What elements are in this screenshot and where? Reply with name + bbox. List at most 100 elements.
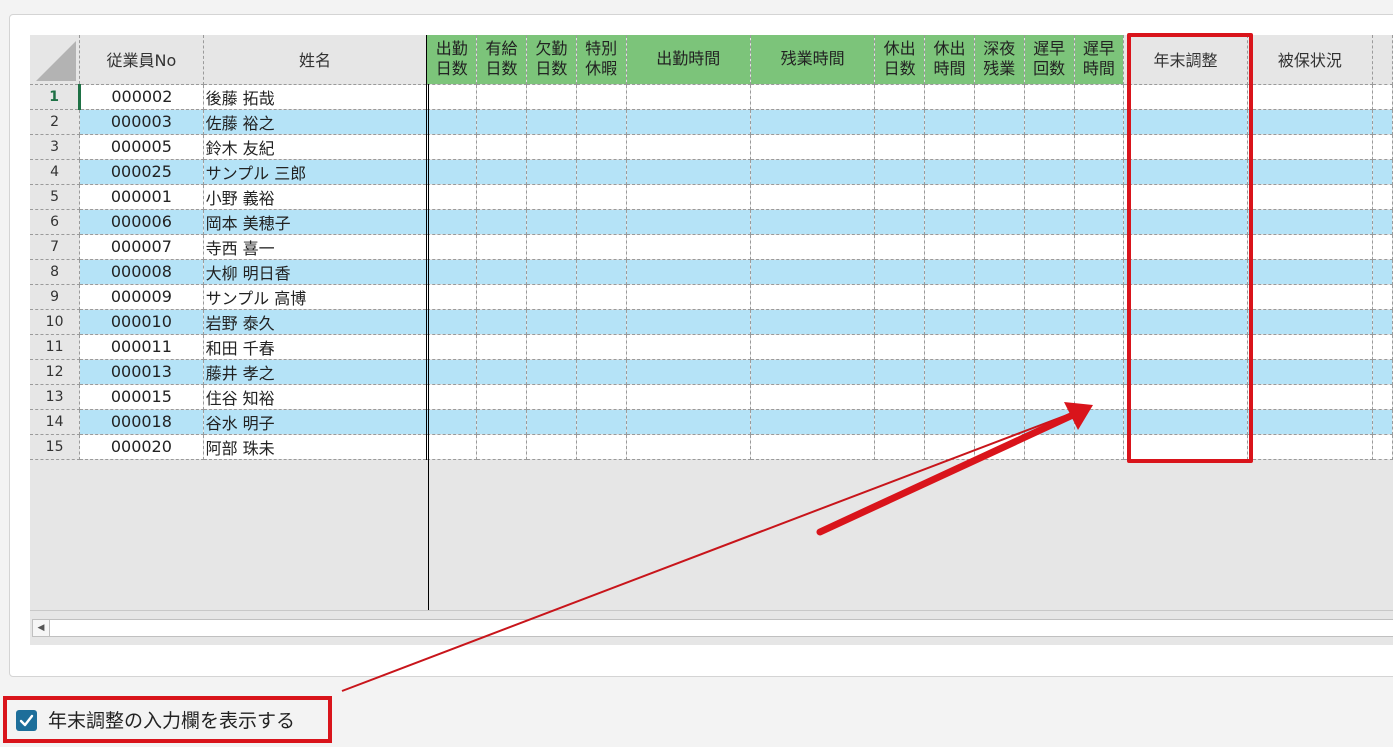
absent-days-cell[interactable] [526,334,577,360]
work-hours-cell[interactable] [626,434,751,460]
emp-no-cell[interactable]: 000010 [79,309,204,335]
work-days-cell[interactable] [426,84,478,110]
holiday-work-hours-cell[interactable] [924,359,975,385]
holiday-work-hours-cell[interactable] [924,434,975,460]
work-hours-cell[interactable] [626,409,751,435]
special-leave-cell[interactable] [576,434,627,460]
insured-status-cell[interactable] [1247,359,1374,385]
row-number[interactable]: 10 [30,309,81,335]
holiday-work-hours-cell[interactable] [924,384,975,410]
absent-days-cell[interactable] [526,134,577,160]
emp-no-cell[interactable]: 000001 [79,184,204,210]
late-early-count-cell[interactable] [1024,109,1075,135]
holiday-work-days-cell[interactable] [874,384,926,410]
row-number[interactable]: 15 [30,434,81,460]
overtime-hours-cell[interactable] [750,384,876,410]
holiday-work-hours-cell[interactable] [924,134,975,160]
next-cell[interactable] [1372,284,1393,310]
work-days-cell[interactable] [426,184,478,210]
late-early-count-cell[interactable] [1024,334,1075,360]
special-leave-cell[interactable] [576,84,627,110]
insured-status-cell[interactable] [1247,159,1374,185]
emp-no-cell[interactable]: 000008 [79,259,204,285]
name-cell[interactable]: 阿部 珠未 [203,434,428,460]
emp-no-cell[interactable]: 000025 [79,159,204,185]
absent-days-cell[interactable] [526,84,577,110]
row-number[interactable]: 3 [30,134,81,160]
overtime-hours-cell[interactable] [750,334,876,360]
paid-leave-days-cell[interactable] [476,409,527,435]
late-early-hours-cell[interactable] [1074,259,1125,285]
work-hours-cell[interactable] [626,234,751,260]
late-night-overtime-cell[interactable] [974,209,1025,235]
holiday-work-hours-cell[interactable] [924,234,975,260]
row-number[interactable]: 13 [30,384,81,410]
insured-status-cell[interactable] [1247,184,1374,210]
late-night-overtime-cell[interactable] [974,359,1025,385]
late-early-hours-cell[interactable] [1074,284,1125,310]
late-early-count-cell[interactable] [1024,159,1075,185]
col-header-absent-days[interactable]: 欠勤 日数 [526,35,577,85]
holiday-work-hours-cell[interactable] [924,309,975,335]
row-number[interactable]: 1 [30,84,82,110]
paid-leave-days-cell[interactable] [476,284,527,310]
work-days-cell[interactable] [426,409,478,435]
overtime-hours-cell[interactable] [750,159,876,185]
holiday-work-hours-cell[interactable] [924,209,975,235]
paid-leave-days-cell[interactable] [476,384,527,410]
special-leave-cell[interactable] [576,209,627,235]
work-days-cell[interactable] [426,209,478,235]
absent-days-cell[interactable] [526,309,577,335]
row-number[interactable]: 14 [30,409,81,435]
col-header-special-leave[interactable]: 特別 休暇 [576,35,627,85]
next-cell[interactable] [1372,359,1393,385]
emp-no-cell[interactable]: 000009 [79,284,204,310]
holiday-work-days-cell[interactable] [874,84,926,110]
work-days-cell[interactable] [426,384,478,410]
overtime-hours-cell[interactable] [750,234,876,260]
holiday-work-hours-cell[interactable] [924,409,975,435]
special-leave-cell[interactable] [576,384,627,410]
work-hours-cell[interactable] [626,359,751,385]
emp-no-cell[interactable]: 000003 [79,109,204,135]
holiday-work-days-cell[interactable] [874,309,926,335]
insured-status-cell[interactable] [1247,434,1374,460]
late-early-hours-cell[interactable] [1074,159,1125,185]
emp-no-cell[interactable]: 000007 [79,234,204,260]
late-night-overtime-cell[interactable] [974,159,1025,185]
overtime-hours-cell[interactable] [750,209,876,235]
paid-leave-days-cell[interactable] [476,209,527,235]
late-night-overtime-cell[interactable] [974,109,1025,135]
holiday-work-days-cell[interactable] [874,234,926,260]
holiday-work-hours-cell[interactable] [924,334,975,360]
special-leave-cell[interactable] [576,284,627,310]
next-cell[interactable] [1372,334,1393,360]
late-early-count-cell[interactable] [1024,434,1075,460]
col-header-late-early-count[interactable]: 遅早 回数 [1024,35,1075,85]
row-number[interactable]: 6 [30,209,81,235]
col-header-holiday-work-hours[interactable]: 休出 時間 [924,35,975,85]
work-days-cell[interactable] [426,359,478,385]
special-leave-cell[interactable] [576,359,627,385]
late-early-hours-cell[interactable] [1074,434,1125,460]
overtime-hours-cell[interactable] [750,409,876,435]
name-cell[interactable]: 寺西 喜一 [203,234,428,260]
overtime-hours-cell[interactable] [750,434,876,460]
holiday-work-days-cell[interactable] [874,109,926,135]
overtime-hours-cell[interactable] [750,359,876,385]
name-cell[interactable]: 佐藤 裕之 [203,109,428,135]
col-header-holiday-work-days[interactable]: 休出 日数 [874,35,926,85]
special-leave-cell[interactable] [576,184,627,210]
absent-days-cell[interactable] [526,384,577,410]
emp-no-cell[interactable]: 000020 [79,434,204,460]
late-night-overtime-cell[interactable] [974,309,1025,335]
work-hours-cell[interactable] [626,84,751,110]
emp-no-cell[interactable]: 000018 [79,409,204,435]
holiday-work-hours-cell[interactable] [924,109,975,135]
work-days-cell[interactable] [426,434,478,460]
work-hours-cell[interactable] [626,384,751,410]
insured-status-cell[interactable] [1247,209,1374,235]
late-early-hours-cell[interactable] [1074,309,1125,335]
overtime-hours-cell[interactable] [750,259,876,285]
overtime-hours-cell[interactable] [750,109,876,135]
